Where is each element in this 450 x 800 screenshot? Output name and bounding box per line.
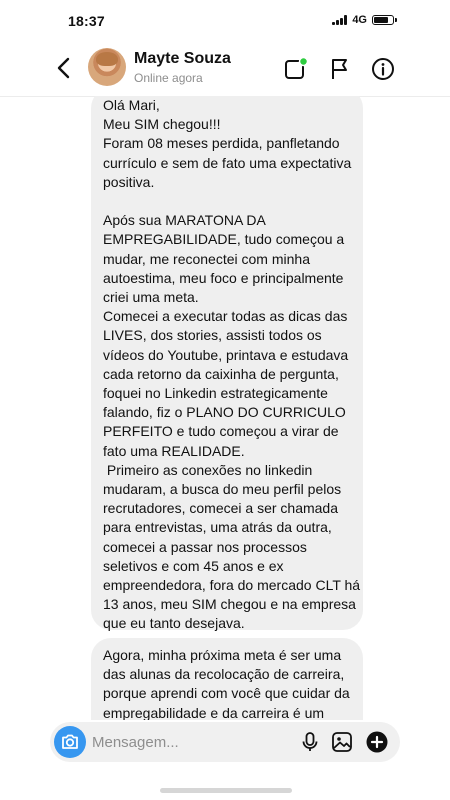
- message-composer: [50, 722, 400, 762]
- back-button[interactable]: [52, 54, 78, 82]
- message-thread[interactable]: Olá Mari, Meu SIM chegou!!! Foram 08 mes…: [0, 96, 450, 720]
- message-bubble[interactable]: Olá Mari, Meu SIM chegou!!! Foram 08 mes…: [91, 96, 363, 631]
- microphone-button[interactable]: [298, 730, 322, 754]
- camera-button[interactable]: [54, 726, 86, 758]
- camera-icon: [62, 734, 78, 749]
- gallery-icon: [332, 732, 352, 752]
- add-icon: [366, 731, 388, 753]
- flag-button[interactable]: [327, 56, 353, 82]
- info-icon: [372, 58, 394, 80]
- message-input[interactable]: [92, 730, 282, 754]
- gallery-button[interactable]: [330, 730, 354, 754]
- battery-icon: [372, 15, 397, 25]
- home-indicator[interactable]: [160, 788, 292, 793]
- video-call-button[interactable]: [283, 56, 309, 82]
- back-chevron-icon: [57, 57, 70, 79]
- avatar[interactable]: [88, 48, 126, 86]
- signal-icon: [332, 15, 348, 25]
- microphone-icon: [302, 732, 318, 751]
- info-button[interactable]: [370, 56, 396, 82]
- status-bar: 18:37 4G: [0, 0, 450, 40]
- add-button[interactable]: [365, 730, 389, 754]
- flag-icon: [332, 59, 347, 79]
- contact-status: Online agora: [134, 71, 203, 85]
- contact-name[interactable]: Mayte Souza: [134, 50, 231, 68]
- status-indicators: 4G: [332, 14, 397, 26]
- status-time: 18:37: [68, 13, 105, 29]
- message-bubble[interactable]: Agora, minha próxima meta é ser uma das …: [91, 638, 363, 720]
- video-call-icon: [285, 56, 309, 79]
- chat-header: Mayte Souza Online agora: [0, 40, 450, 97]
- network-label: 4G: [352, 14, 367, 26]
